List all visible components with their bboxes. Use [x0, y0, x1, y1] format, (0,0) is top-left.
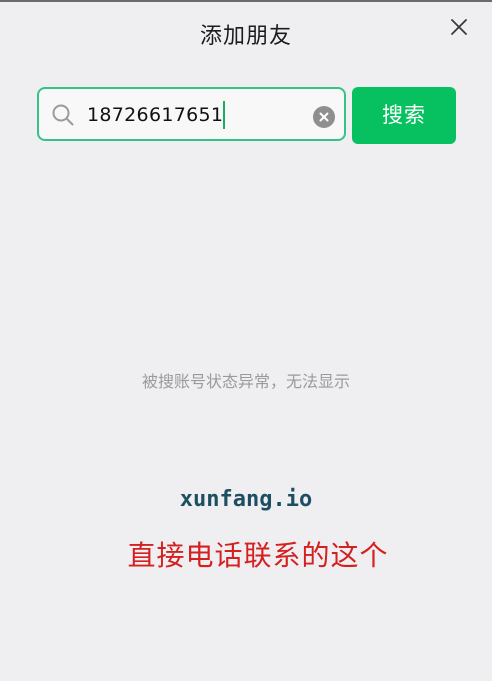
- text-caret: [223, 101, 225, 129]
- clear-input-button[interactable]: [313, 106, 335, 128]
- close-icon: [451, 19, 467, 35]
- search-button[interactable]: 搜索: [352, 87, 456, 144]
- watermark-text: xunfang.io: [179, 487, 313, 512]
- close-button[interactable]: [446, 14, 472, 40]
- search-result-message: 被搜账号状态异常，无法显示: [141, 372, 350, 391]
- annotation-text: 直接电话联系的这个: [127, 539, 389, 572]
- search-box[interactable]: [37, 87, 346, 141]
- clear-icon: [319, 112, 329, 122]
- search-input[interactable]: [87, 101, 297, 129]
- window-top-border: [0, 0, 492, 2]
- search-icon: [52, 104, 74, 126]
- dialog-title: 添加朋友: [199, 24, 292, 49]
